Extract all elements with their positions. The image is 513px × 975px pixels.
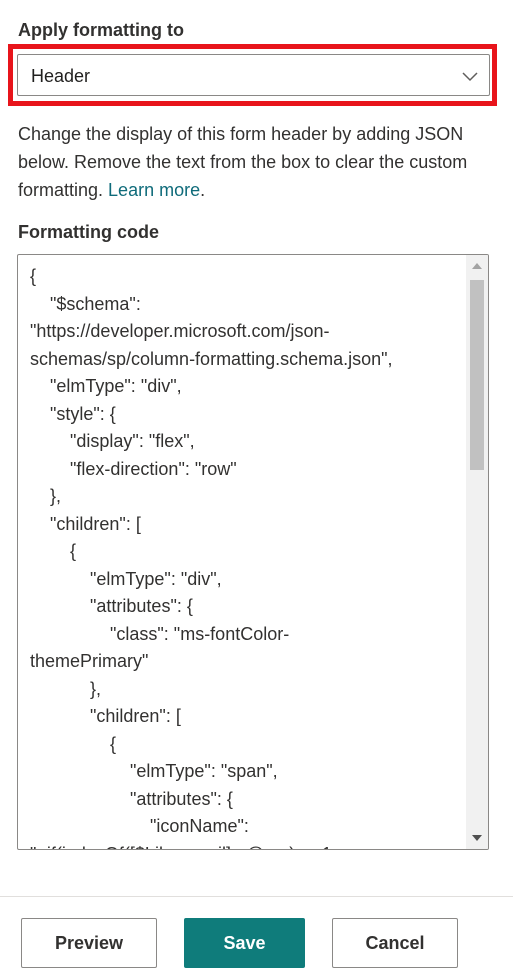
cancel-button[interactable]: Cancel xyxy=(332,918,458,968)
scroll-up-arrow-icon[interactable] xyxy=(472,263,482,269)
apply-formatting-dropdown[interactable]: Header xyxy=(17,54,490,96)
apply-formatting-label: Apply formatting to xyxy=(18,20,184,40)
formatting-code-content[interactable]: { "$schema": "https://developer.microsof… xyxy=(30,263,470,849)
code-scrollbar[interactable] xyxy=(466,255,488,849)
formatting-code-textarea[interactable]: { "$schema": "https://developer.microsof… xyxy=(17,254,489,850)
formatting-panel: Apply formatting to Header Change the di… xyxy=(0,0,513,975)
description-trailing: . xyxy=(200,180,206,200)
footer-divider xyxy=(0,896,513,897)
save-button[interactable]: Save xyxy=(184,918,305,968)
preview-button[interactable]: Preview xyxy=(21,918,157,968)
description-body: Change the display of this form header b… xyxy=(18,124,468,200)
dropdown-selected-value: Header xyxy=(31,66,91,86)
formatting-code-label: Formatting code xyxy=(18,222,160,242)
scroll-thumb[interactable] xyxy=(470,280,484,470)
learn-more-link[interactable]: Learn more xyxy=(108,180,200,200)
chevron-down-icon xyxy=(461,67,479,85)
description-text: Change the display of this form header b… xyxy=(18,120,488,204)
scroll-down-arrow-icon[interactable] xyxy=(472,835,482,841)
